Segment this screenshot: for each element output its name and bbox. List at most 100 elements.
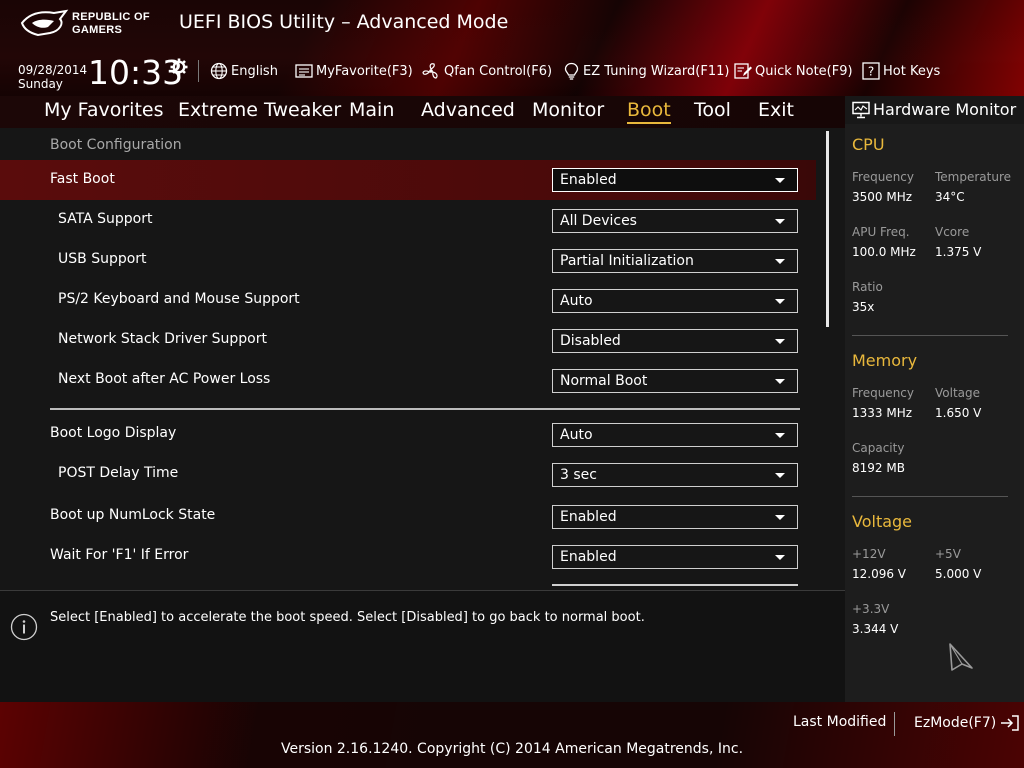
time-display[interactable]: 10:33: [88, 54, 183, 92]
setting-row-numlock-state[interactable]: Boot up NumLock State Enabled: [0, 496, 816, 536]
apu-freq-value: 100.0 MHz: [852, 245, 916, 259]
date-text: 09/28/2014: [18, 63, 88, 77]
cpu-temperature-label: Temperature: [935, 170, 1012, 184]
rog-logo: REPUBLIC OF GAMERS: [20, 9, 170, 39]
settings-gear-icon[interactable]: [170, 58, 188, 80]
footer-separator: [894, 712, 895, 736]
help-text: Select [Enabled] to accelerate the boot …: [50, 610, 645, 625]
brand-line2: GAMERS: [72, 24, 123, 36]
setting-row-network-stack[interactable]: Network Stack Driver Support Disabled: [0, 320, 816, 360]
tab-main[interactable]: Main: [349, 99, 394, 121]
tab-tool[interactable]: Tool: [694, 99, 731, 121]
memory-capacity-label: Capacity: [852, 441, 905, 455]
last-modified-button[interactable]: Last Modified: [793, 714, 886, 730]
ez-tuning-label: EZ Tuning Wizard(F11): [583, 63, 730, 79]
note-pencil-icon: [734, 63, 752, 79]
settings-scrollbar[interactable]: [826, 131, 829, 327]
my-favorite-button[interactable]: MyFavorite(F3): [295, 61, 413, 81]
day-text: Sunday: [18, 77, 63, 91]
sata-support-select[interactable]: All Devices: [552, 209, 798, 233]
tab-advanced[interactable]: Advanced: [421, 99, 515, 121]
usb-support-select[interactable]: Partial Initialization: [552, 249, 798, 273]
setting-row-fast-boot[interactable]: Fast Boot Enabled: [0, 160, 816, 200]
memory-section-title: Memory: [852, 351, 918, 370]
setting-row-wait-f1-error[interactable]: Wait For 'F1' If Error Enabled: [0, 536, 816, 576]
tab-my-favorites[interactable]: My Favorites: [44, 99, 164, 121]
ps2-support-select[interactable]: Auto: [552, 289, 798, 313]
select-value: Enabled: [560, 172, 617, 188]
toolbar-separator: [198, 60, 199, 82]
boot-settings-panel: Boot Configuration Fast Boot Enabled SAT…: [0, 128, 845, 590]
select-value: Auto: [560, 427, 593, 443]
setting-row-post-delay-time[interactable]: POST Delay Time 3 sec: [0, 454, 816, 494]
v5-label: +5V: [935, 547, 961, 561]
cpu-temperature-value: 34°C: [935, 190, 965, 204]
setting-label: Boot Logo Display: [50, 425, 177, 441]
voltage-section-title: Voltage: [852, 512, 913, 531]
hardware-monitor-header: Hardware Monitor: [845, 96, 1024, 124]
memory-voltage-label: Voltage: [935, 386, 981, 400]
rog-eye-icon: [20, 9, 69, 37]
setting-row-usb-support[interactable]: USB Support Partial Initialization: [0, 240, 816, 280]
numlock-state-select[interactable]: Enabled: [552, 505, 798, 529]
setting-row-sata-support[interactable]: SATA Support All Devices: [0, 200, 816, 240]
footer: Last Modified EzMode(F7) Version 2.16.12…: [0, 702, 1024, 768]
cpu-section-title: CPU: [852, 135, 885, 154]
brand-line1: REPUBLIC OF: [72, 11, 150, 23]
section-divider: [50, 408, 800, 410]
fast-boot-select[interactable]: Enabled: [552, 168, 798, 192]
v12-value: 12.096 V: [852, 567, 907, 581]
dropdown-arrow-icon: [775, 259, 785, 264]
next-boot-ac-loss-select[interactable]: Normal Boot: [552, 369, 798, 393]
copyright-text: Version 2.16.1240. Copyright (C) 2014 Am…: [280, 741, 744, 757]
info-icon: [10, 613, 38, 645]
dropdown-arrow-icon: [775, 219, 785, 224]
setting-label: Fast Boot: [50, 171, 115, 187]
boot-logo-display-select[interactable]: Auto: [552, 423, 798, 447]
post-delay-time-select[interactable]: 3 sec: [552, 463, 798, 487]
dropdown-arrow-icon: [775, 555, 785, 560]
section-title: Boot Configuration: [50, 137, 182, 153]
cpu-frequency-label: Frequency: [852, 170, 914, 184]
date-display: 09/28/2014 Sunday: [18, 63, 87, 91]
tab-boot[interactable]: Boot: [627, 99, 671, 124]
apu-freq-label: APU Freq.: [852, 225, 910, 239]
hot-keys-label: Hot Keys: [883, 63, 941, 79]
vcore-label: Vcore: [935, 225, 970, 239]
select-value: Auto: [560, 293, 593, 309]
dropdown-arrow-icon: [775, 433, 785, 438]
setting-label: Network Stack Driver Support: [58, 331, 267, 347]
hot-keys-button[interactable]: ? Hot Keys: [862, 61, 940, 81]
setting-row-next-boot-ac-loss[interactable]: Next Boot after AC Power Loss Normal Boo…: [0, 360, 816, 400]
memory-frequency-value: 1333 MHz: [852, 406, 913, 420]
svg-text:?: ?: [868, 65, 874, 79]
network-stack-select[interactable]: Disabled: [552, 329, 798, 353]
language-button[interactable]: English: [210, 61, 278, 81]
next-item-partial-border: [552, 584, 798, 586]
wait-f1-error-select[interactable]: Enabled: [552, 545, 798, 569]
select-value: Partial Initialization: [560, 253, 694, 269]
mouse-cursor-icon: [946, 642, 976, 678]
help-panel: Select [Enabled] to accelerate the boot …: [0, 590, 845, 702]
dropdown-arrow-icon: [775, 515, 785, 520]
monitor-icon: [852, 101, 870, 123]
tab-monitor[interactable]: Monitor: [532, 99, 604, 121]
quick-note-button[interactable]: Quick Note(F9): [734, 61, 853, 81]
qfan-label: Qfan Control(F6): [444, 63, 553, 79]
setting-row-ps2-support[interactable]: PS/2 Keyboard and Mouse Support Auto: [0, 280, 816, 320]
qfan-control-button[interactable]: Qfan Control(F6): [421, 61, 552, 81]
cpu-frequency-value: 3500 MHz: [852, 190, 913, 204]
tab-extreme-tweaker[interactable]: Extreme Tweaker: [178, 99, 341, 121]
memory-voltage-separator: [852, 496, 1008, 497]
setting-label: PS/2 Keyboard and Mouse Support: [58, 291, 300, 307]
ez-tuning-wizard-button[interactable]: EZ Tuning Wizard(F11): [563, 61, 729, 81]
help-question-icon: ?: [862, 62, 880, 80]
dropdown-arrow-icon: [775, 339, 785, 344]
dropdown-arrow-icon: [775, 379, 785, 384]
tab-exit[interactable]: Exit: [758, 99, 794, 121]
ratio-label: Ratio: [852, 280, 883, 294]
hardware-monitor-title: Hardware Monitor: [873, 100, 1017, 119]
setting-row-boot-logo-display[interactable]: Boot Logo Display Auto: [0, 414, 816, 454]
ezmode-button[interactable]: EzMode(F7): [914, 714, 1020, 732]
vcore-value: 1.375 V: [935, 245, 982, 259]
